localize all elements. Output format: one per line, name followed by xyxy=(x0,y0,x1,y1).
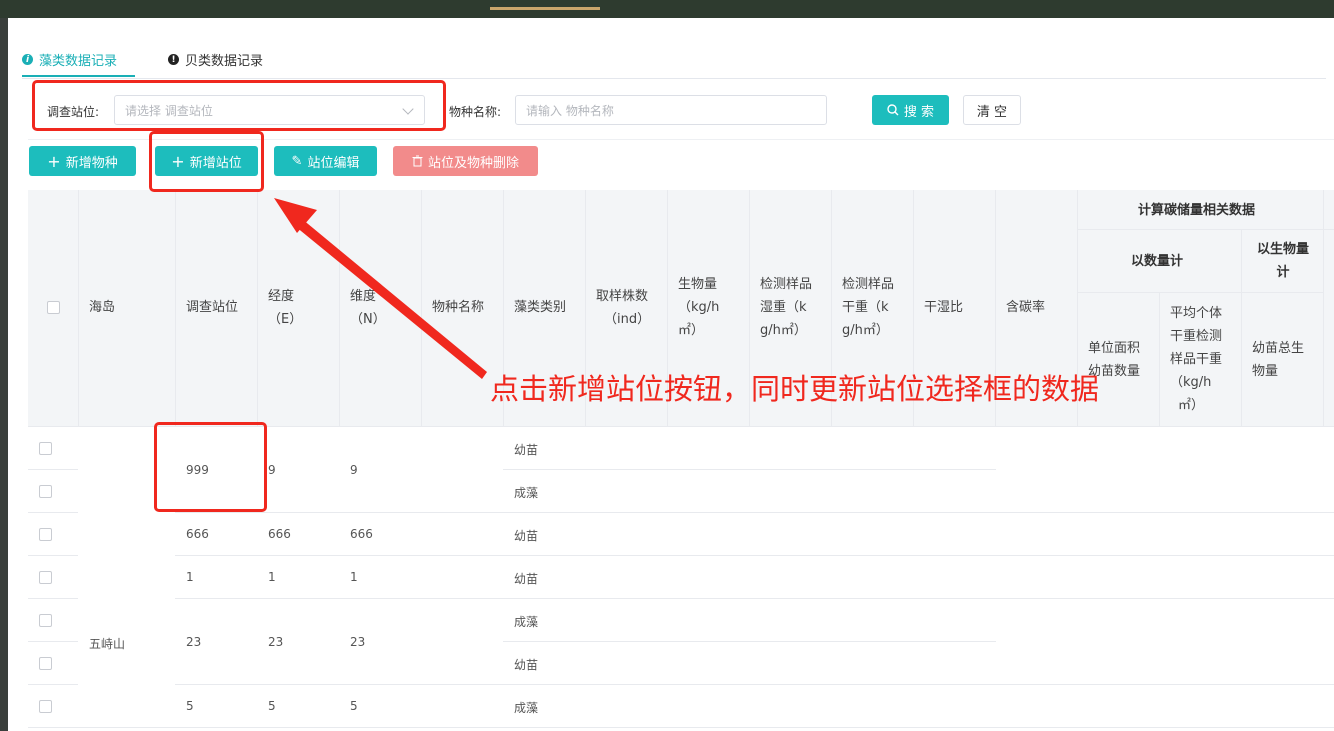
filter-divider xyxy=(28,139,1334,140)
header-latitude: 维度 （N） xyxy=(350,289,386,327)
left-edge xyxy=(0,18,8,731)
annotation-text: 点击新增站位按钮，同时更新站位选择框的数据 xyxy=(490,372,1100,406)
trash-icon xyxy=(412,155,423,167)
clear-button-label: 清 空 xyxy=(976,104,1008,120)
cell-station: 999 xyxy=(186,463,209,477)
cell-latitude: 23 xyxy=(350,635,366,649)
select-all-checkbox[interactable] xyxy=(47,301,60,314)
row-checkbox[interactable] xyxy=(39,657,52,670)
edit-station-button[interactable]: ✎ 站位编辑 xyxy=(274,146,377,176)
cell-longitude: 9 xyxy=(268,463,276,477)
clear-button[interactable]: 清 空 xyxy=(963,95,1021,125)
cell-latitude: 5 xyxy=(350,699,358,713)
header-island: 海岛 xyxy=(89,300,116,315)
add-station-button[interactable]: + 新增站位 xyxy=(155,146,258,176)
cell-station: 5 xyxy=(186,699,194,713)
chevron-down-icon xyxy=(402,103,414,115)
header-dry-wet-ratio: 干湿比 xyxy=(924,300,964,315)
cell-latitude: 666 xyxy=(350,527,373,541)
header-longitude: 经度 （E） xyxy=(268,289,303,327)
delete-station-button[interactable]: 站位及物种删除 xyxy=(393,146,538,176)
header-biomass: 生物量 （kg/h ㎡） xyxy=(678,277,720,338)
header-by-biomass: 以生物量计 xyxy=(1256,242,1309,280)
row-checkbox[interactable] xyxy=(39,614,52,627)
cell-station: 1 xyxy=(186,570,194,584)
station-select-placeholder: 请选择 调查站位 xyxy=(125,103,213,118)
active-tab-indicator xyxy=(22,75,135,77)
top-bar-accent xyxy=(490,7,600,10)
cell-longitude: 5 xyxy=(268,699,276,713)
cell-station: 666 xyxy=(186,527,209,541)
add-species-label: 新增物种 xyxy=(65,155,118,171)
add-species-button[interactable]: + 新增物种 xyxy=(29,146,136,176)
cell-island: 五峙山 xyxy=(89,637,126,651)
tab-label: 藻类数据记录 xyxy=(39,54,118,69)
header-by-count: 以数量计 xyxy=(1131,254,1184,269)
header-seedling-biomass: 幼苗总生 物量 xyxy=(1252,341,1305,379)
search-button[interactable]: 搜 索 xyxy=(872,95,949,125)
station-filter-label: 调查站位: xyxy=(47,105,100,119)
cell-latitude: 9 xyxy=(350,463,358,477)
row-checkbox[interactable] xyxy=(39,442,52,455)
cell-longitude: 23 xyxy=(268,635,284,649)
top-app-bar xyxy=(0,0,1334,18)
header-station: 调查站位 xyxy=(186,300,239,315)
cell-algae-type: 幼苗 xyxy=(514,572,539,586)
header-dry-weight: 检测样品 干重（k g/h㎡） xyxy=(842,277,895,338)
species-filter-label: 物种名称: xyxy=(449,105,502,119)
cell-latitude: 1 xyxy=(350,570,358,584)
info-icon: i xyxy=(22,54,33,65)
tab-algae-records[interactable]: i 藻类数据记录 xyxy=(22,50,117,69)
tab-shell-records[interactable]: ! 贝类数据记录 xyxy=(168,50,263,69)
header-avg-dry-weight: 平均个体 干重检测 样品干重 （kg/h ㎡） xyxy=(1170,306,1223,413)
row-checkbox[interactable] xyxy=(39,528,52,541)
header-sample-count: 取样株数 （ind） xyxy=(596,289,651,327)
alert-icon: ! xyxy=(168,54,179,65)
search-icon xyxy=(887,104,899,116)
header-species: 物种名称 xyxy=(432,300,485,315)
cell-longitude: 666 xyxy=(268,527,291,541)
header-algae-type: 藻类类别 xyxy=(514,300,567,315)
add-station-label: 新增站位 xyxy=(189,155,242,171)
species-input[interactable]: 请输入 物种名称 xyxy=(515,95,827,125)
cell-algae-type: 成藻 xyxy=(514,486,539,500)
header-wet-weight: 检测样品 湿重（k g/h㎡） xyxy=(760,277,813,338)
cell-algae-type: 成藻 xyxy=(514,701,539,715)
header-carbon-group: 计算碳储量相关数据 xyxy=(1138,203,1256,218)
row-checkbox[interactable] xyxy=(39,571,52,584)
tab-bar: i 藻类数据记录 ! 贝类数据记录 xyxy=(22,48,1326,79)
header-carbon-rate: 含碳率 xyxy=(1006,300,1046,315)
tab-label: 贝类数据记录 xyxy=(185,54,264,69)
cell-algae-type: 幼苗 xyxy=(514,658,539,672)
station-select[interactable]: 请选择 调查站位 xyxy=(114,95,425,125)
cell-station: 23 xyxy=(186,635,202,649)
edit-station-label: 站位编辑 xyxy=(307,155,360,171)
species-input-placeholder: 请输入 物种名称 xyxy=(526,103,614,118)
row-checkbox[interactable] xyxy=(39,700,52,713)
plus-icon: + xyxy=(47,151,61,171)
search-button-label: 搜 索 xyxy=(903,104,935,120)
delete-station-label: 站位及物种删除 xyxy=(427,155,519,171)
cell-algae-type: 幼苗 xyxy=(514,443,539,457)
cell-algae-type: 幼苗 xyxy=(514,529,539,543)
cell-longitude: 1 xyxy=(268,570,276,584)
plus-icon: + xyxy=(171,151,185,171)
row-checkbox[interactable] xyxy=(39,485,52,498)
cell-algae-type: 成藻 xyxy=(514,615,539,629)
edit-icon: ✎ xyxy=(291,153,303,169)
